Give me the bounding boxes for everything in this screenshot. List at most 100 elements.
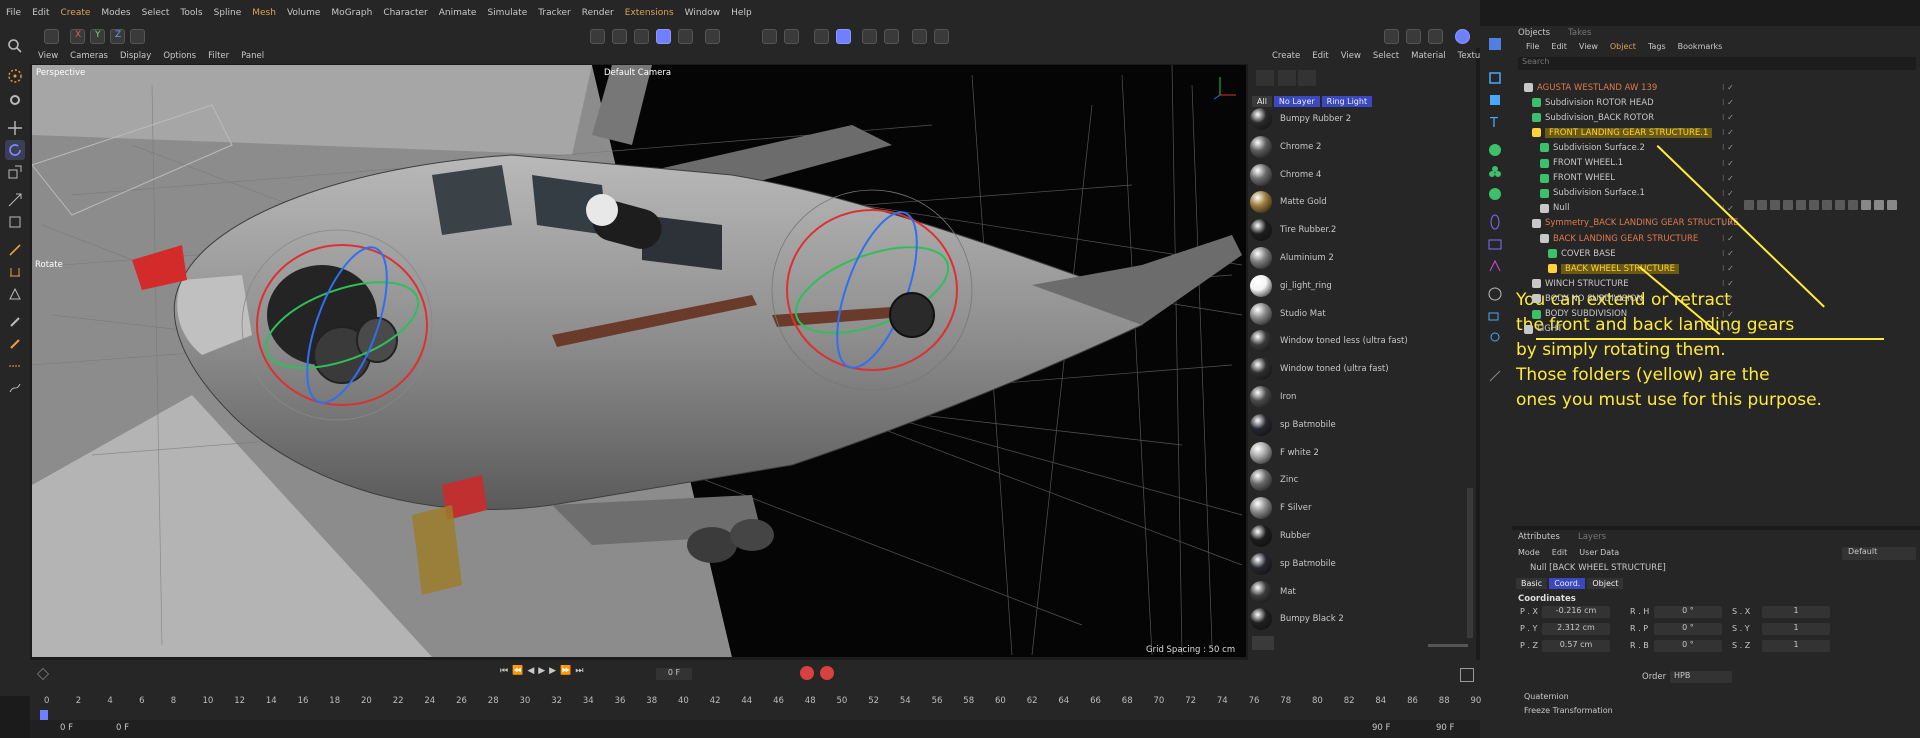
material-item[interactable]: Bumpy Rubber 2 — [1250, 106, 1455, 132]
light-bulb-icon[interactable] — [1485, 328, 1505, 348]
visibility-toggle-icon[interactable]: ⁝ ✓ — [1722, 234, 1734, 243]
menu-help[interactable]: Help — [731, 8, 752, 18]
measure-tool-icon[interactable] — [5, 356, 25, 376]
range-end-b[interactable]: 90 F — [1436, 723, 1454, 733]
coord-value-field[interactable]: 0.57 cm — [1542, 640, 1610, 652]
subtab-object[interactable]: Object — [1587, 578, 1624, 589]
object-row[interactable]: BACK LANDING GEAR STRUCTURE ⁝ ✓ — [1512, 231, 1920, 246]
rotate-tool-icon[interactable] — [5, 140, 25, 160]
scene-tool-icon[interactable] — [5, 212, 25, 232]
object-menu-tags[interactable]: Tags — [1648, 42, 1666, 51]
object-row[interactable]: FRONT WHEEL.1 ⁝ ✓ — [1512, 156, 1920, 171]
visibility-toggle-icon[interactable]: ⁝ ✓ — [1722, 143, 1734, 152]
material-item[interactable]: Matte Gold — [1250, 189, 1455, 215]
menu-window[interactable]: Window — [685, 8, 721, 18]
live-selection-icon[interactable] — [5, 66, 25, 86]
viewport-menu-options[interactable]: Options — [163, 51, 196, 61]
material-item[interactable]: sp Batmobile — [1250, 551, 1455, 577]
menu-extensions[interactable]: Extensions — [625, 8, 674, 18]
material-item[interactable]: Mat — [1250, 579, 1455, 605]
knife-tool-icon[interactable] — [5, 240, 25, 260]
extrude-tool-icon[interactable] — [5, 284, 25, 304]
render-region-icon[interactable] — [912, 29, 927, 44]
render-view-icon[interactable] — [1384, 29, 1399, 44]
polygons-mode-icon[interactable] — [656, 29, 671, 44]
material-item[interactable]: Studio Mat — [1250, 301, 1455, 327]
material-item[interactable]: Tire Rubber.2 — [1250, 217, 1455, 243]
deformer-icon[interactable] — [1485, 184, 1505, 204]
object-search-field[interactable]: Search — [1518, 57, 1916, 70]
menu-simulate[interactable]: Simulate — [487, 8, 527, 18]
menu-animate[interactable]: Animate — [439, 8, 477, 18]
transform-tool-icon[interactable] — [5, 190, 25, 210]
visibility-toggle-icon[interactable]: ⁝ ✓ — [1722, 219, 1734, 228]
tag-icon[interactable] — [1485, 366, 1505, 386]
viewport-menu-filter[interactable]: Filter — [208, 51, 229, 61]
object-row[interactable]: FRONT LANDING GEAR STRUCTURE.1 ⁝ ✓ — [1512, 125, 1920, 140]
viewport-menu-panel[interactable]: Panel — [241, 51, 264, 61]
visibility-toggle-icon[interactable]: ⁝ ✓ — [1722, 83, 1734, 92]
coord-value-field[interactable]: 2.312 cm — [1542, 623, 1610, 635]
material-menu-material[interactable]: Material — [1411, 51, 1446, 61]
range-start-a[interactable]: 0 F — [60, 723, 73, 733]
object-menu-bookmarks[interactable]: Bookmarks — [1678, 42, 1723, 51]
snap-settings-icon[interactable] — [784, 29, 799, 44]
tab-objects[interactable]: Objects — [1518, 28, 1550, 38]
menu-volume[interactable]: Volume — [287, 8, 320, 18]
visibility-toggle-icon[interactable]: ⁝ ✓ — [1722, 264, 1734, 273]
attribute-menu-user-data[interactable]: User Data — [1579, 548, 1619, 557]
tab-layers[interactable]: Layers — [1578, 532, 1606, 542]
layout-icon[interactable] — [1455, 29, 1470, 44]
render-settings-icon[interactable] — [934, 29, 949, 44]
viewport-3d[interactable]: Perspective Default Camera Rotate Grid S… — [32, 65, 1246, 657]
object-row[interactable]: Subdivision Surface.1 ⁝ ✓ — [1512, 186, 1920, 201]
coord-value-field[interactable]: -0.216 cm — [1542, 606, 1610, 618]
model-mode-icon[interactable] — [590, 29, 605, 44]
range-start-b[interactable]: 0 F — [116, 723, 129, 733]
search-icon[interactable] — [5, 36, 25, 56]
visibility-toggle-icon[interactable]: ⁝ ✓ — [1722, 325, 1734, 334]
viewport-solo-icon[interactable] — [884, 29, 899, 44]
globe-icon[interactable] — [1485, 284, 1505, 304]
points-mode-icon[interactable] — [634, 29, 649, 44]
material-item[interactable]: F Silver — [1250, 495, 1455, 521]
object-menu-view[interactable]: View — [1579, 42, 1598, 51]
spline-primitive-icon[interactable] — [1485, 90, 1505, 110]
material-scrollbar[interactable] — [1467, 488, 1473, 638]
move-tool-icon[interactable] — [5, 118, 25, 138]
material-item[interactable]: Zinc — [1250, 467, 1455, 493]
material-menu-view[interactable]: View — [1341, 51, 1361, 61]
text-spline-icon[interactable]: T — [1485, 112, 1505, 132]
field-icon[interactable] — [1485, 212, 1505, 232]
uv-mode-icon[interactable] — [678, 29, 693, 44]
cloner-icon[interactable] — [1485, 34, 1505, 54]
viewport-menu-display[interactable]: Display — [120, 51, 151, 61]
generator-icon[interactable] — [1485, 140, 1505, 160]
brush-tool-icon[interactable] — [5, 312, 25, 332]
menu-edit[interactable]: Edit — [32, 8, 49, 18]
axis-x-button[interactable]: X — [70, 29, 85, 44]
material-item[interactable]: gi_light_ring — [1250, 273, 1455, 299]
viewport-menu-view[interactable]: View — [38, 51, 58, 61]
menu-create[interactable]: Create — [61, 8, 91, 18]
menu-tracker[interactable]: Tracker — [538, 8, 570, 18]
material-item[interactable]: Rubber — [1250, 523, 1455, 549]
texture-mode-icon[interactable] — [612, 29, 627, 44]
material-item[interactable]: sp Batmobile — [1250, 412, 1455, 438]
axis-mode-icon[interactable] — [705, 29, 720, 44]
timeline-ruler[interactable]: 0 2 4 6 8 10 12 14 16 18 20 22 24 26 28 30 32 34 36 38 40 42 4… — [30, 660, 1481, 710]
coord-value-field[interactable]: 0 ° — [1654, 640, 1722, 652]
material-item[interactable]: Iron — [1250, 384, 1455, 410]
object-menu-file[interactable]: File — [1526, 42, 1539, 51]
render-queue-icon[interactable] — [1428, 29, 1443, 44]
lock-icon[interactable] — [862, 29, 877, 44]
object-row[interactable]: Subdivision ROTOR HEAD ⁝ ✓ — [1512, 95, 1920, 110]
coordinate-system-icon[interactable] — [130, 29, 145, 44]
object-row[interactable]: BODY SUBDIVISION ⁝ ✓ — [1512, 307, 1920, 322]
visibility-toggle-icon[interactable]: ⁝ ✓ — [1722, 294, 1734, 303]
material-view-icons[interactable] — [1252, 636, 1274, 650]
object-row[interactable]: FRONT WHEEL ⁝ ✓ — [1512, 171, 1920, 186]
tab-takes[interactable]: Takes — [1568, 28, 1591, 38]
attribute-menu-mode[interactable]: Mode — [1518, 548, 1540, 557]
video-camera-icon[interactable] — [1485, 306, 1505, 326]
